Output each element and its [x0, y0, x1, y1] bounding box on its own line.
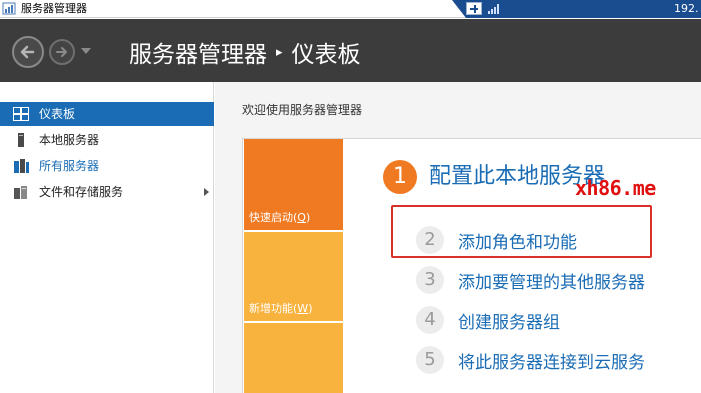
server-icon [18, 133, 24, 147]
app-header: 服务器管理器 ▸ 仪表板 [0, 19, 701, 82]
pin-icon[interactable] [466, 2, 482, 15]
arrow-left-icon [20, 45, 35, 59]
tile-label: 新增功能(W) [249, 302, 313, 315]
add-roles-features-link[interactable]: 2 添加角色和功能 [416, 224, 577, 256]
welcome-heading: 欢迎使用服务器管理器 [242, 103, 363, 117]
dashboard-icon [13, 107, 29, 121]
breadcrumb-separator-icon: ▸ [276, 44, 283, 60]
forward-button[interactable] [49, 39, 75, 65]
back-button[interactable] [12, 36, 44, 68]
connect-cloud-services-link[interactable]: 5 将此服务器连接到云服务 [416, 344, 645, 376]
breadcrumb-root[interactable]: 服务器管理器 [129, 35, 267, 69]
step-label: 创建服务器组 [458, 312, 560, 333]
signal-strength-icon [488, 4, 500, 14]
tile-label: 快速启动(Q) [249, 211, 311, 224]
sidebar-item-label: 本地服务器 [39, 133, 100, 147]
tile-whats-new[interactable]: 新增功能(W) [244, 232, 343, 321]
create-server-group-link[interactable]: 4 创建服务器组 [416, 304, 560, 336]
step-number-badge: 5 [416, 346, 444, 374]
storage-icon [14, 186, 27, 199]
watermark: xh86.me [575, 176, 656, 200]
servers-icon [14, 159, 29, 173]
step-number-badge: 1 [383, 160, 417, 194]
step-number-badge: 2 [416, 226, 444, 254]
step-label: 添加角色和功能 [458, 232, 577, 253]
page-title: 仪表板 [291, 42, 361, 68]
sidebar-item-label: 文件和存储服务 [39, 185, 124, 199]
main-content: 欢迎使用服务器管理器 快速启动(Q) 新增功能(W) 1 配置此本地服务器 2 … [215, 82, 701, 393]
step-label: 添加要管理的其他服务器 [458, 272, 645, 293]
arrow-right-icon [56, 47, 67, 57]
step-number-badge: 4 [416, 306, 444, 334]
add-other-servers-link[interactable]: 3 添加要管理的其他服务器 [416, 264, 645, 296]
server-manager-app-icon [2, 2, 16, 15]
sidebar-item-all-servers[interactable]: 所有服务器 [0, 154, 214, 178]
sidebar-item-label: 仪表板 [39, 107, 76, 121]
sidebar-item-local-server[interactable]: 本地服务器 [0, 128, 214, 152]
remote-ip-text: 192. [674, 2, 699, 15]
sidebar-item-label: 所有服务器 [39, 159, 100, 173]
tile-learn-more[interactable] [244, 323, 343, 393]
expand-arrow-icon[interactable] [204, 188, 209, 196]
sidebar-item-dashboard[interactable]: 仪表板 [0, 102, 214, 126]
sidebar: 仪表板 本地服务器 所有服务器 文件和存储服务 [0, 82, 214, 393]
sidebar-item-file-storage[interactable]: 文件和存储服务 [0, 180, 214, 204]
breadcrumb: 服务器管理器 ▸ 仪表板 [129, 35, 361, 69]
tile-quick-start[interactable]: 快速启动(Q) [244, 139, 343, 230]
step-label: 将此服务器连接到云服务 [458, 352, 645, 373]
history-dropdown-icon[interactable] [81, 48, 91, 54]
step-number-badge: 3 [416, 266, 444, 294]
window-title: 服务器管理器 [21, 2, 87, 15]
